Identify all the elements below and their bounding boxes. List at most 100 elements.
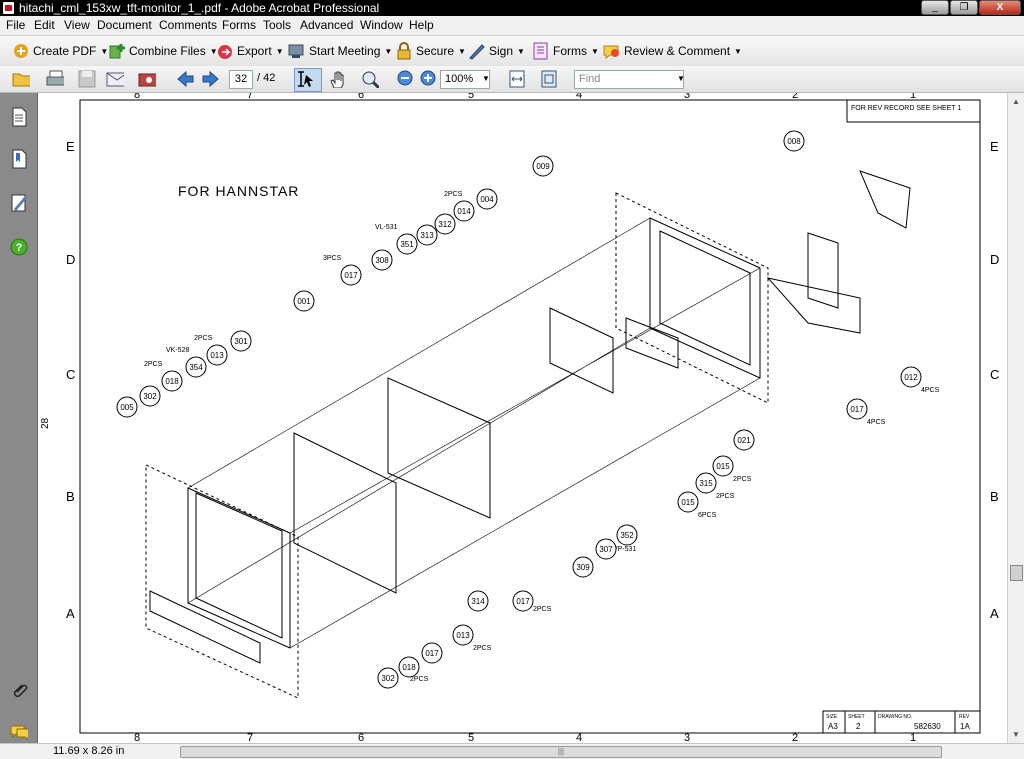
callout-number: 018 (165, 377, 179, 386)
callout-number: 018 (402, 663, 416, 672)
callout-315: 3152PCS (695, 472, 735, 500)
callout-number: 009 (536, 162, 550, 171)
zoom-tool-icon[interactable] (361, 70, 379, 88)
hand-tool-icon[interactable] (329, 70, 347, 88)
combine-files-label: Combine Files (129, 44, 206, 58)
create-pdf-label: Create PDF (33, 44, 97, 58)
menu-edit[interactable]: Edit (34, 18, 55, 33)
callout-note: 2PCS (144, 361, 163, 368)
stand-base (766, 277, 861, 334)
page-number-input[interactable]: 32 (229, 70, 253, 89)
open-folder-icon[interactable] (12, 70, 30, 88)
menu-comments[interactable]: Comments (159, 18, 217, 33)
previous-page-icon[interactable] (176, 70, 194, 88)
rear-cover-inner (659, 230, 751, 366)
callout-312: 312 (434, 213, 456, 235)
acrobat-app-icon (3, 2, 14, 14)
bookmark-search-icon[interactable] (138, 70, 156, 88)
grid-col-number: 5 (468, 732, 474, 743)
sign-button[interactable]: Sign ▼ (468, 41, 525, 61)
export-label: Export (237, 44, 272, 58)
grid-col-number: 6 (358, 93, 364, 101)
find-dropdown-icon[interactable]: ▼ (677, 74, 685, 83)
signatures-icon[interactable] (10, 193, 28, 213)
scroll-up-arrow-icon[interactable]: ▲ (1012, 97, 1020, 106)
callout-number: 351 (400, 240, 414, 249)
menu-view[interactable]: View (64, 18, 90, 33)
email-icon[interactable] (106, 70, 124, 88)
menu-tools[interactable]: Tools (263, 18, 291, 33)
menu-window[interactable]: Window (360, 18, 403, 33)
callout-017: 0172PCS (512, 590, 552, 613)
menu-forms[interactable]: Forms (222, 18, 256, 33)
title-bar: hitachi_cml_153xw_tft-monitor_1_.pdf - A… (0, 0, 1024, 16)
menu-advanced[interactable]: Advanced (300, 18, 353, 33)
zoom-dropdown-icon[interactable]: ▼ (482, 74, 490, 83)
lcd-frame (293, 432, 397, 594)
callout-013: 0132PCS (452, 624, 492, 652)
callout-313: 313 (416, 224, 438, 246)
start-meeting-label: Start Meeting (309, 44, 381, 58)
menu-file[interactable]: File (6, 18, 25, 33)
callout-017: 0174PCS (846, 398, 886, 426)
vertical-scrollbar[interactable]: ▲ ▼ (1007, 93, 1024, 743)
callout-021: 021 (733, 429, 755, 451)
close-button[interactable]: X (979, 0, 1021, 15)
side-page-number: 28 (40, 417, 51, 429)
attachments-icon[interactable] (10, 680, 28, 700)
vertical-scroll-thumb[interactable] (1010, 565, 1023, 581)
grid-row-letter: C (66, 367, 75, 382)
comments-panel-icon[interactable] (10, 723, 28, 743)
combine-files-button[interactable]: Combine Files ▼ (108, 41, 218, 61)
callout-017: 017 3PCS (323, 255, 362, 286)
minimize-button[interactable]: _ (921, 0, 949, 15)
callout-012: 0124PCS (900, 366, 940, 394)
export-button[interactable]: Export ▼ (216, 41, 284, 61)
review-comment-button[interactable]: Review & Comment ▼ (603, 41, 742, 61)
callout-note: VL-531 (375, 224, 398, 231)
callout-number: 017 (516, 597, 530, 606)
navigation-panel: ? (0, 93, 38, 743)
forms-button[interactable]: Forms ▼ (532, 41, 599, 61)
callout-number: 302 (381, 674, 395, 683)
drawing-note: FOR HANNSTAR (178, 183, 299, 199)
callout-number: 013 (210, 351, 224, 360)
size-label: SIZE (826, 714, 838, 720)
next-page-icon[interactable] (202, 70, 220, 88)
grid-col-number: 7 (247, 732, 253, 743)
restore-button[interactable]: ❐ (950, 0, 978, 15)
scroll-down-arrow-icon[interactable]: ▼ (1012, 730, 1020, 739)
callout-number: 301 (234, 337, 248, 346)
callout-number: 015 (681, 498, 695, 507)
pages-icon[interactable] (10, 107, 28, 127)
start-meeting-button[interactable]: Start Meeting ▼ (288, 41, 392, 61)
callout-number: 001 (297, 297, 311, 306)
secure-button[interactable]: Secure ▼ (395, 41, 466, 61)
callout-314: 314 (467, 590, 489, 612)
fit-width-icon[interactable] (508, 70, 526, 88)
callout-bubbles: 008 009 004 014 2PCS 312 313 351 VL-531 308 017 3PC… (116, 130, 940, 689)
menu-document[interactable]: Document (97, 18, 152, 33)
create-pdf-button[interactable]: Create PDF ▼ (12, 41, 108, 61)
grid-row-letter: D (990, 252, 999, 267)
select-tool-button[interactable] (294, 68, 322, 92)
horizontal-scroll-thumb[interactable]: ||| (180, 746, 942, 758)
zoom-in-icon[interactable] (420, 70, 438, 88)
navigation-toolbar: 32 / 42 100% ▼ Find ▼ (0, 66, 1024, 93)
menu-help[interactable]: Help (409, 18, 434, 33)
callout-note: 4PCS (867, 419, 886, 426)
save-icon[interactable] (78, 70, 96, 88)
bookmarks-icon[interactable] (10, 149, 28, 169)
document-page[interactable]: EEDDCCBBAA8877665544332211 FOR HANNSTAR … (38, 93, 1007, 743)
callout-note: VK-528 (166, 347, 189, 354)
stand-neck (807, 232, 839, 309)
zoom-out-icon[interactable] (397, 70, 415, 88)
find-input[interactable]: Find (574, 70, 684, 89)
callout-number: 313 (420, 231, 434, 240)
print-icon[interactable] (46, 70, 64, 88)
help-icon[interactable]: ? (10, 237, 28, 257)
fit-page-icon[interactable] (540, 70, 558, 88)
callout-number: 015 (716, 462, 730, 471)
projection-lines (187, 217, 761, 649)
horizontal-scrollbar[interactable]: ||| (140, 746, 980, 758)
